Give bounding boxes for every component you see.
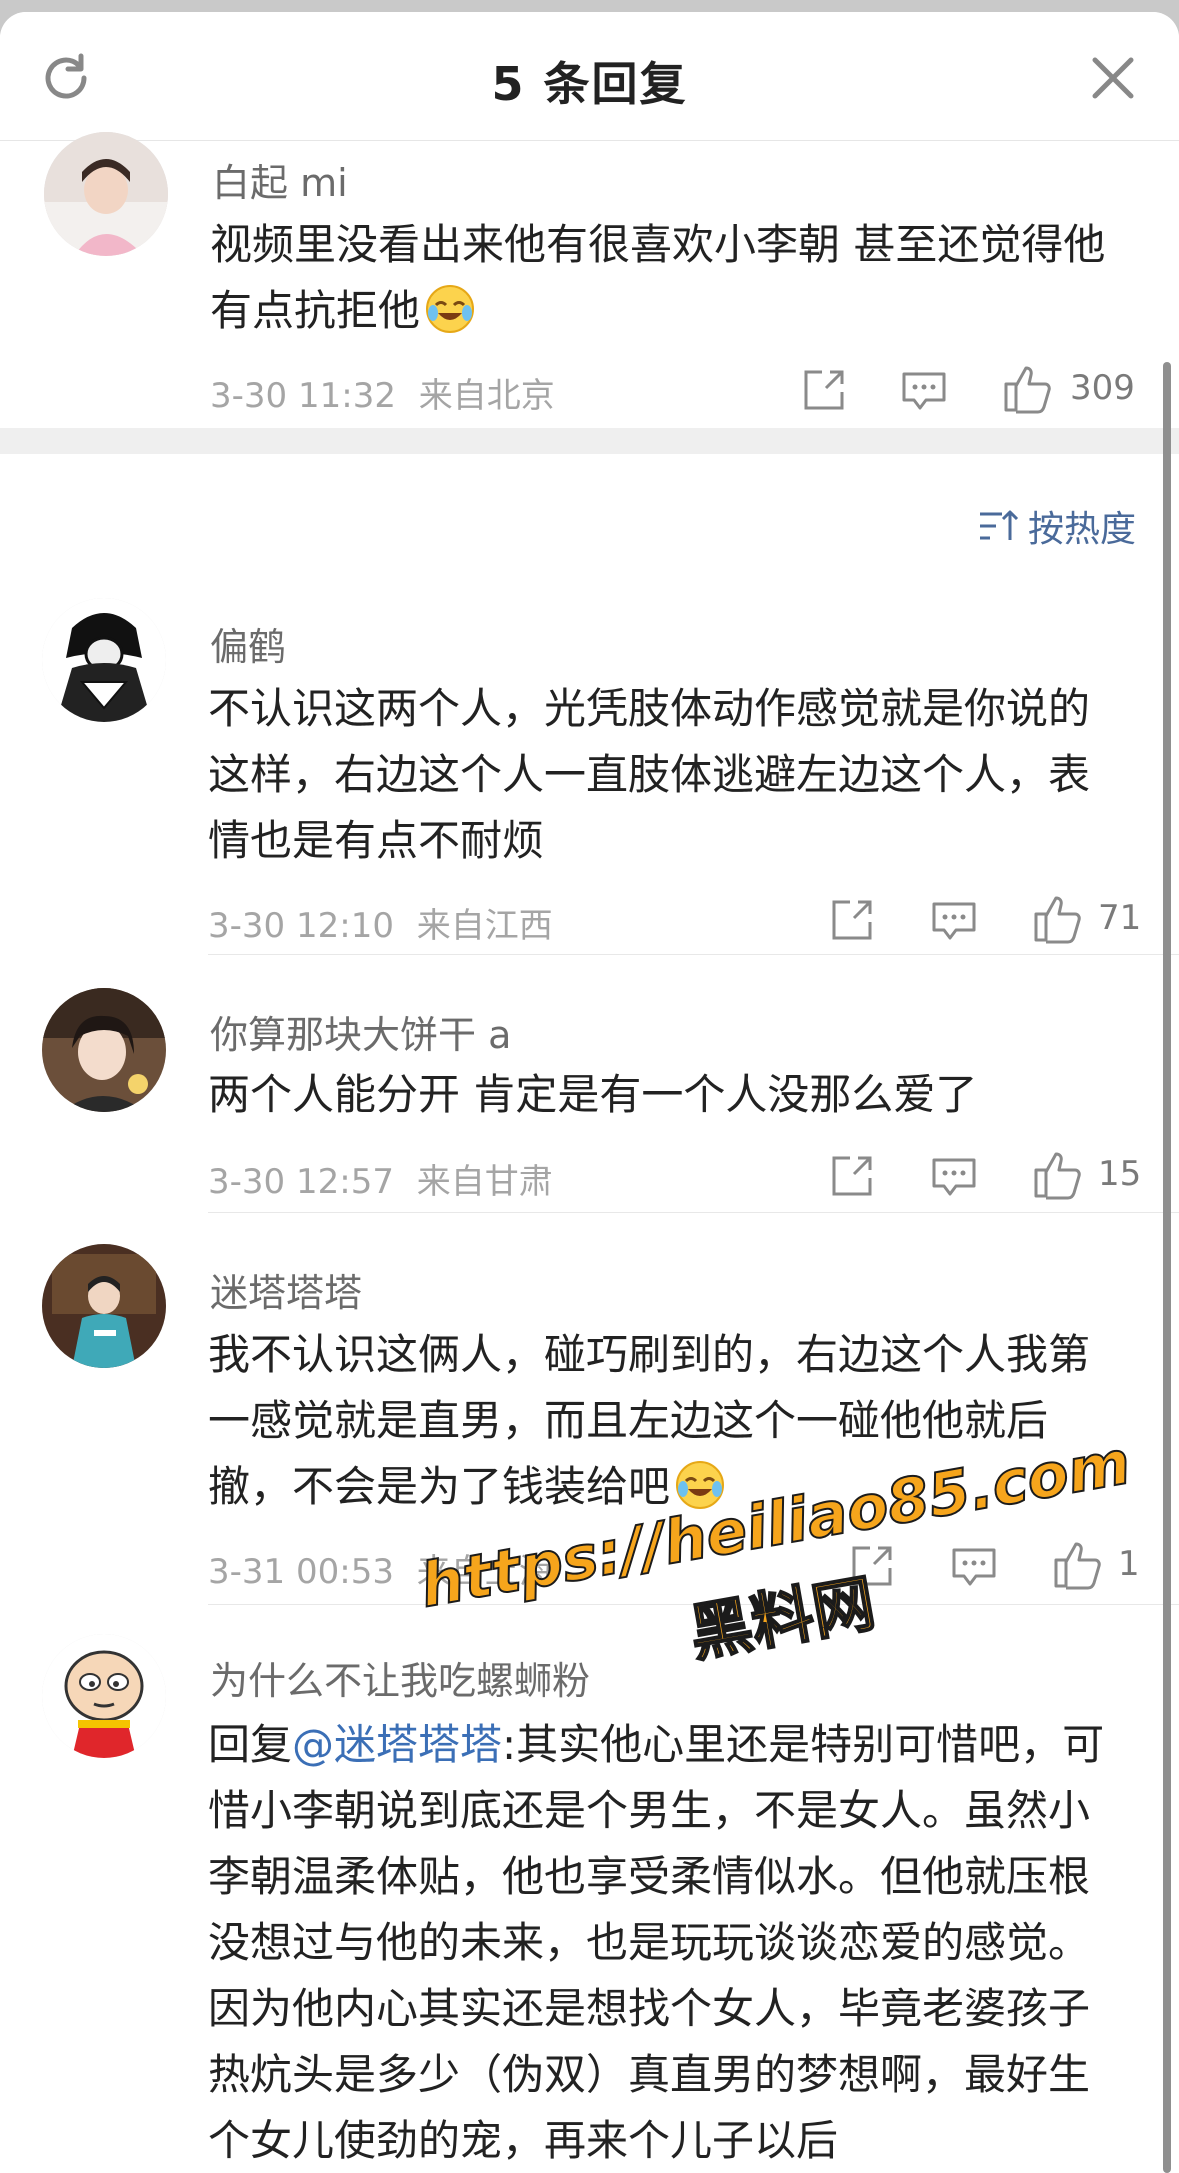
- like-icon: [1004, 366, 1051, 414]
- like-button[interactable]: [1030, 1146, 1086, 1202]
- laughing-crying-emoji-icon: [674, 1459, 726, 1511]
- share-button[interactable]: [796, 362, 852, 418]
- comment-location: 来自甘肃: [416, 1162, 553, 1202]
- comment-location: 来自北京: [418, 376, 555, 416]
- avatar[interactable]: [42, 988, 166, 1112]
- comment-meta: 3-30 11:32 来自北京: [210, 368, 555, 417]
- share-icon: [804, 370, 844, 410]
- avatar[interactable]: [42, 598, 166, 722]
- share-icon: [832, 1156, 872, 1196]
- divider: [208, 1604, 1179, 1605]
- comment-button[interactable]: [926, 892, 982, 948]
- like-count: 71: [1098, 898, 1142, 938]
- username[interactable]: 偏鹤: [210, 616, 286, 671]
- like-count: 15: [1098, 1154, 1142, 1194]
- comment-button[interactable]: [946, 1538, 1002, 1594]
- username[interactable]: 为什么不让我吃螺蛳粉: [210, 1650, 590, 1705]
- comment-icon: [932, 1158, 976, 1196]
- comment-time: 3-30 11:32: [210, 376, 396, 416]
- share-icon: [832, 900, 872, 940]
- comment-text: 视频里没看出来他有很喜欢小李朝 甚至还觉得他有点抗拒他: [210, 220, 1106, 335]
- comment-meta: 3-31 00:53 来自上海: [208, 1544, 553, 1593]
- username[interactable]: 迷塔塔塔: [210, 1262, 362, 1317]
- like-button[interactable]: [1050, 1536, 1106, 1592]
- comment-icon: [952, 1548, 996, 1586]
- comment-time: 3-30 12:10: [208, 906, 394, 946]
- like-count: 1: [1118, 1544, 1140, 1584]
- comment-text: 不认识这两个人，光凭肢体动作感觉就是你说的这样，右边这个人一直肢体逃避左边这个人…: [208, 684, 1091, 865]
- divider: [208, 954, 1179, 955]
- comment-text: 回复@迷塔塔塔:其实他心里还是特别可惜吧，可惜小李朝说到底还是个男生，不是女人。…: [208, 1720, 1105, 2165]
- laughing-crying-emoji-icon: [424, 283, 476, 335]
- like-icon: [1054, 1542, 1101, 1590]
- comment-icon: [902, 372, 946, 410]
- sort-button[interactable]: 按热度: [976, 500, 1136, 550]
- comment-time: 3-31 00:53: [208, 1552, 394, 1592]
- like-button[interactable]: [1030, 890, 1086, 946]
- like-count: 309: [1070, 368, 1135, 408]
- avatar[interactable]: [44, 132, 168, 256]
- avatar[interactable]: [42, 1244, 166, 1368]
- comment-text: 两个人能分开 肯定是有一个人没那么爱了: [208, 1070, 978, 1119]
- avatar[interactable]: [42, 1634, 166, 1758]
- share-button[interactable]: [824, 1148, 880, 1204]
- share-icon: [852, 1546, 892, 1586]
- comment-location: 来自上海: [416, 1552, 553, 1592]
- page-title: 5 条回复: [491, 57, 688, 111]
- close-icon: [1092, 57, 1134, 99]
- replies-sheet: 5 条回复 白起 mi 视频里没看出来他有很喜欢小李朝 甚至还觉得他有点抗拒他 …: [0, 12, 1179, 2173]
- share-button[interactable]: [824, 892, 880, 948]
- like-button[interactable]: [1000, 360, 1056, 416]
- like-icon: [1034, 1152, 1081, 1200]
- like-icon: [1034, 896, 1081, 944]
- close-button[interactable]: [1081, 46, 1145, 110]
- share-button[interactable]: [844, 1538, 900, 1594]
- comment-location: 来自江西: [416, 906, 553, 946]
- comment-time: 3-30 12:57: [208, 1162, 394, 1202]
- comment-meta: 3-30 12:10 来自江西: [208, 898, 553, 947]
- comment-icon: [932, 902, 976, 940]
- mention-link[interactable]: @迷塔塔塔: [292, 1720, 502, 1769]
- comment-text: 我不认识这俩人，碰巧刷到的，右边这个人我第一感觉就是直男，而且左边这个一碰他他就…: [208, 1330, 1091, 1511]
- scrollbar[interactable]: [1163, 362, 1171, 2173]
- username[interactable]: 你算那块大饼干 a: [210, 1004, 511, 1059]
- header: 5 条回复: [0, 12, 1179, 141]
- comment-button[interactable]: [896, 362, 952, 418]
- username[interactable]: 白起 mi: [212, 152, 348, 207]
- comment-meta: 3-30 12:57 来自甘肃: [208, 1154, 553, 1203]
- section-separator: [0, 428, 1179, 454]
- comment-button[interactable]: [926, 1148, 982, 1204]
- sort-icon: [976, 504, 1020, 548]
- divider: [208, 1212, 1179, 1213]
